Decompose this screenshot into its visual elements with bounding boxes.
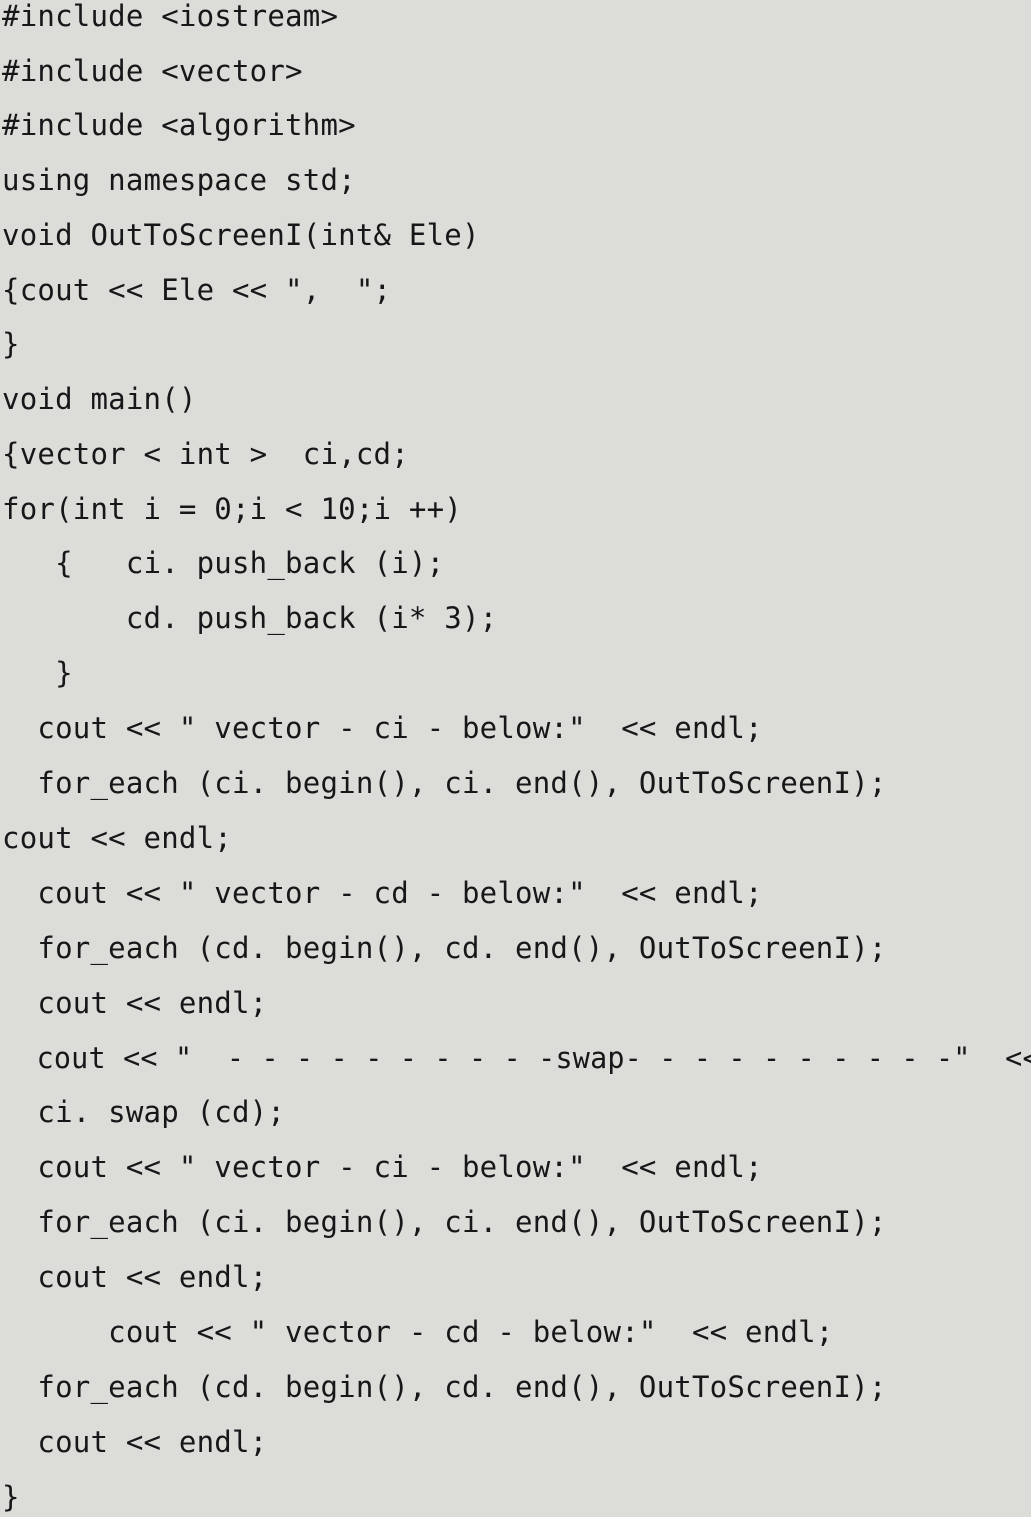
code-line: ci. swap (cd); xyxy=(2,1095,286,1129)
code-line: } xyxy=(2,1480,20,1514)
code-line: } xyxy=(2,327,20,361)
code-line: void OutToScreenI(int& Ele) xyxy=(2,218,480,252)
code-line: { ci. push_back (i); xyxy=(2,546,445,580)
code-line: using namespace std; xyxy=(2,163,356,197)
code-line: cout << " vector - cd - below:" << endl; xyxy=(2,1315,834,1349)
code-listing: #include <iostream> #include <vector> #inc… xyxy=(0,0,1031,1512)
code-line: #include <vector> xyxy=(2,54,303,88)
code-line: {cout << Ele << ", "; xyxy=(2,273,392,307)
code-line: {vector < int > ci,cd; xyxy=(2,437,409,471)
code-line: #include <iostream> xyxy=(2,0,339,33)
code-line: cout << " vector - ci - below:" << endl; xyxy=(2,711,763,745)
code-line: #include <algorithm> xyxy=(2,108,356,142)
code-line: for_each (ci. begin(), ci. end(), OutToS… xyxy=(2,766,887,800)
code-line: cout << endl; xyxy=(2,986,268,1020)
code-line: cout << " vector - cd - below:" << endl; xyxy=(2,876,763,910)
code-line: cout << endl; xyxy=(2,1260,268,1294)
code-line: } xyxy=(2,656,73,690)
code-line: for_each (ci. begin(), ci. end(), OutToS… xyxy=(2,1205,887,1239)
code-line: cout << endl; xyxy=(2,821,232,855)
code-line: cout << endl; xyxy=(2,1425,268,1459)
code-line: cd. push_back (i* 3); xyxy=(2,601,498,635)
code-line: for_each (cd. begin(), cd. end(), OutToS… xyxy=(2,1370,887,1404)
code-line: cout << " vector - ci - below:" << endl; xyxy=(2,1150,763,1184)
code-line: for(int i = 0;i < 10;i ++) xyxy=(2,492,462,526)
code-line: cout << " - - - - - - - - - -swap- - - -… xyxy=(2,1041,1031,1075)
code-line: for_each (cd. begin(), cd. end(), OutToS… xyxy=(2,931,887,965)
code-line: void main() xyxy=(2,382,197,416)
